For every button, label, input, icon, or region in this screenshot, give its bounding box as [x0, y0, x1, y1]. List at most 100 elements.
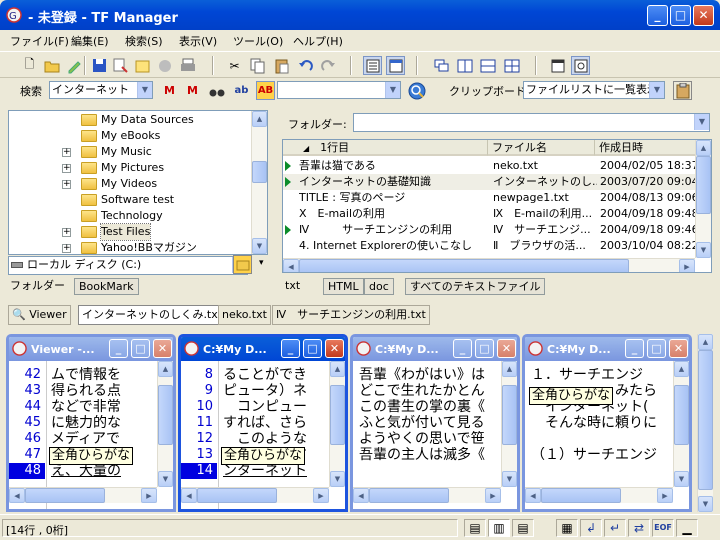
highlight-icon[interactable]: AB — [256, 81, 275, 100]
table-row[interactable]: 吾輩は猫である neko.txt 2004/02/05 18:37 — [283, 158, 697, 174]
view-detail-icon[interactable] — [386, 56, 405, 75]
print-icon[interactable] — [178, 56, 197, 75]
new-window-icon[interactable] — [133, 56, 152, 75]
tree-item[interactable]: My Data Sources — [9, 112, 255, 128]
edit-pencil-icon[interactable] — [64, 56, 83, 75]
tree-item[interactable]: + My Videos — [9, 176, 255, 192]
drive-select[interactable]: ローカル ディスク (C:)▼ — [8, 256, 248, 275]
tab-folder[interactable]: フォルダー — [6, 278, 69, 295]
status-icon-1[interactable]: ▤ — [464, 519, 486, 537]
maximize-button[interactable]: □ — [647, 339, 666, 358]
binoculars-icon[interactable] — [207, 81, 226, 100]
underline-icon[interactable]: ▁ — [676, 519, 698, 537]
tab-internet-doc[interactable]: インターネットのしくみ.txt — [78, 305, 227, 325]
tree-item-selected[interactable]: + Test Files — [9, 223, 255, 241]
app-icon[interactable]: G — [6, 7, 22, 23]
tile-grid-icon[interactable] — [502, 56, 521, 75]
minimize-button[interactable]: _ — [625, 339, 644, 358]
tile-horizontal-icon[interactable] — [478, 56, 497, 75]
cut-icon[interactable]: ✂ — [225, 56, 244, 75]
app-icon[interactable] — [528, 341, 543, 356]
text-area[interactable]: 吾輩《わがはい》は どこで生れたかとん この書生の掌の裏《 ふと気が付いて見る ようやく… — [353, 361, 517, 509]
filelist-vscrollbar[interactable]: ▲ ▼ — [695, 140, 711, 258]
tab-all-text-files[interactable]: すべてのテキストファイル — [405, 278, 546, 295]
status-icon-4[interactable]: ▦ — [556, 519, 578, 537]
undo-icon[interactable] — [296, 56, 315, 75]
tab-bookmark[interactable]: BookMark — [74, 278, 139, 295]
minimize-button[interactable]: _ — [647, 5, 668, 26]
minimize-button[interactable]: _ — [453, 339, 472, 358]
stop-icon[interactable] — [155, 56, 174, 75]
menu-edit[interactable]: 編集(E) — [71, 33, 109, 49]
expand-icon[interactable]: + — [62, 228, 71, 237]
menu-search[interactable]: 検索(S) — [125, 33, 163, 49]
tree-scrollbar[interactable]: ▲ ▼ — [251, 111, 267, 254]
tree-item[interactable]: + My Pictures — [9, 160, 255, 176]
app-icon[interactable] — [184, 341, 199, 356]
tab-neko[interactable]: neko.txt — [218, 305, 271, 325]
text-area[interactable]: １．サーチエンジ みたら インターネット( そんな時に頼りに （１）サーチエンジ全… — [525, 361, 689, 509]
chevron-down-icon[interactable]: ▼ — [649, 82, 664, 98]
tree-item[interactable]: Technology — [9, 208, 255, 224]
table-row[interactable]: Ⅹ E-mailの利用 Ⅸ E-mailの利用... 2004/09/18 09:4… — [283, 206, 697, 222]
chevron-down-icon[interactable]: ▼ — [694, 114, 709, 130]
text-area[interactable]: 42ムで情報を43得られる点44などで非常45に魅力的な46メディアで47あると… — [9, 361, 173, 509]
filelist-hscrollbar[interactable]: ◀ ▶ — [283, 258, 695, 272]
menu-view[interactable]: 表示(V) — [179, 33, 217, 49]
folder-path-select[interactable]: ▼ — [353, 113, 710, 132]
menu-tools[interactable]: ツール(O) — [233, 33, 283, 49]
chevron-down-icon[interactable]: ▼ — [385, 82, 400, 98]
text-hscrollbar[interactable]: ◀ ▶ — [181, 487, 329, 503]
column-header-created[interactable]: 作成日時 — [595, 140, 705, 156]
replace-icon[interactable]: ab — [232, 81, 251, 100]
tab-search-engine-doc[interactable]: Ⅳ サーチエンジンの利用.txt — [272, 305, 430, 325]
tree-item[interactable]: Software test — [9, 192, 255, 208]
column-header-filename[interactable]: ファイル名 — [488, 140, 595, 156]
minimize-button[interactable]: _ — [281, 339, 300, 358]
table-row[interactable]: 4. Internet Explorerの使いこなし Ⅱ ブラウザの活... 200… — [283, 238, 697, 254]
expand-icon[interactable]: + — [62, 180, 71, 189]
text-vscrollbar[interactable]: ▲ ▼ — [673, 361, 689, 487]
menu-help[interactable]: ヘルプ(H) — [293, 33, 343, 49]
copy-icon[interactable] — [248, 56, 267, 75]
close-button[interactable]: ✕ — [153, 339, 172, 358]
close-button[interactable]: ✕ — [497, 339, 516, 358]
child-title-bar[interactable]: C:¥My D... _ □ ✕ — [525, 337, 689, 361]
app-icon[interactable] — [356, 341, 371, 356]
minimize-button[interactable]: _ — [109, 339, 128, 358]
menu-file[interactable]: ファイル(F) — [10, 33, 69, 49]
clipboard-mode-select[interactable]: ファイルリストに一覧表示 ▼ — [523, 81, 665, 99]
text-vscrollbar[interactable]: ▲ ▼ — [501, 361, 517, 487]
maximize-button[interactable]: □ — [475, 339, 494, 358]
chevron-down-icon[interactable]: ▼ — [137, 82, 152, 98]
search-engine-select[interactable]: インターネット ▼ — [49, 81, 153, 99]
folder-up-icon[interactable] — [233, 255, 252, 274]
viewer-window[interactable]: Viewer -... _ □ ✕ 42 ムで情報を 43 得られる点 44 などで非常 45 に魅力… — [6, 334, 176, 512]
text-hscrollbar[interactable]: ◀ ▶ — [353, 487, 501, 503]
text-area[interactable]: 8 ることができ 9 ピュータ）ネ 10 コンピュー 11 すれば、さら 12 このような 13… — [181, 361, 345, 509]
cascade-icon[interactable] — [432, 56, 451, 75]
maximize-button[interactable]: □ — [303, 339, 322, 358]
save-as-icon[interactable] — [111, 56, 130, 75]
document-window-3[interactable]: C:¥My D... _ □ ✕ １．サーチエンジ みたら インターネット( そんな時に… — [522, 334, 692, 512]
app-icon[interactable] — [12, 341, 27, 356]
close-button[interactable]: ✕ — [325, 339, 344, 358]
expand-icon[interactable]: + — [62, 164, 71, 173]
tree-item[interactable]: My eBooks — [9, 128, 255, 144]
eof-indicator[interactable]: EOF — [652, 519, 674, 537]
preview-icon[interactable] — [571, 56, 590, 75]
document-window-2[interactable]: C:¥My D... _ □ ✕ 吾輩《わがはい》は どこで生れたかとん この書生の掌の裏《… — [350, 334, 520, 512]
mdi-scrollbar[interactable]: ▲ ▼ — [697, 334, 713, 512]
tab-doc[interactable]: doc — [364, 278, 394, 295]
clipboard-icon[interactable] — [673, 81, 692, 100]
find-prev-icon[interactable]: M — [160, 81, 179, 100]
document-window-1[interactable]: C:¥My D... _ □ ✕ 8 ることができ 9 ピュータ）ネ 10 コンピュー 11 すれば… — [178, 334, 348, 512]
web-search-icon[interactable] — [407, 81, 426, 100]
tree-item[interactable]: + Yahoo!BBマガジン — [9, 240, 255, 254]
folder-tree[interactable]: My Data Sources My eBooks + My Music + My … — [8, 110, 268, 255]
text-hscrollbar[interactable]: ◀ ▶ — [9, 487, 157, 503]
title-bar[interactable]: G - 未登録 - TF Manager _ □ ✕ — [0, 0, 720, 30]
close-button[interactable]: ✕ — [693, 5, 714, 26]
tree-item[interactable]: + My Music — [9, 144, 255, 160]
child-title-bar[interactable]: Viewer -... _ □ ✕ — [9, 337, 173, 361]
